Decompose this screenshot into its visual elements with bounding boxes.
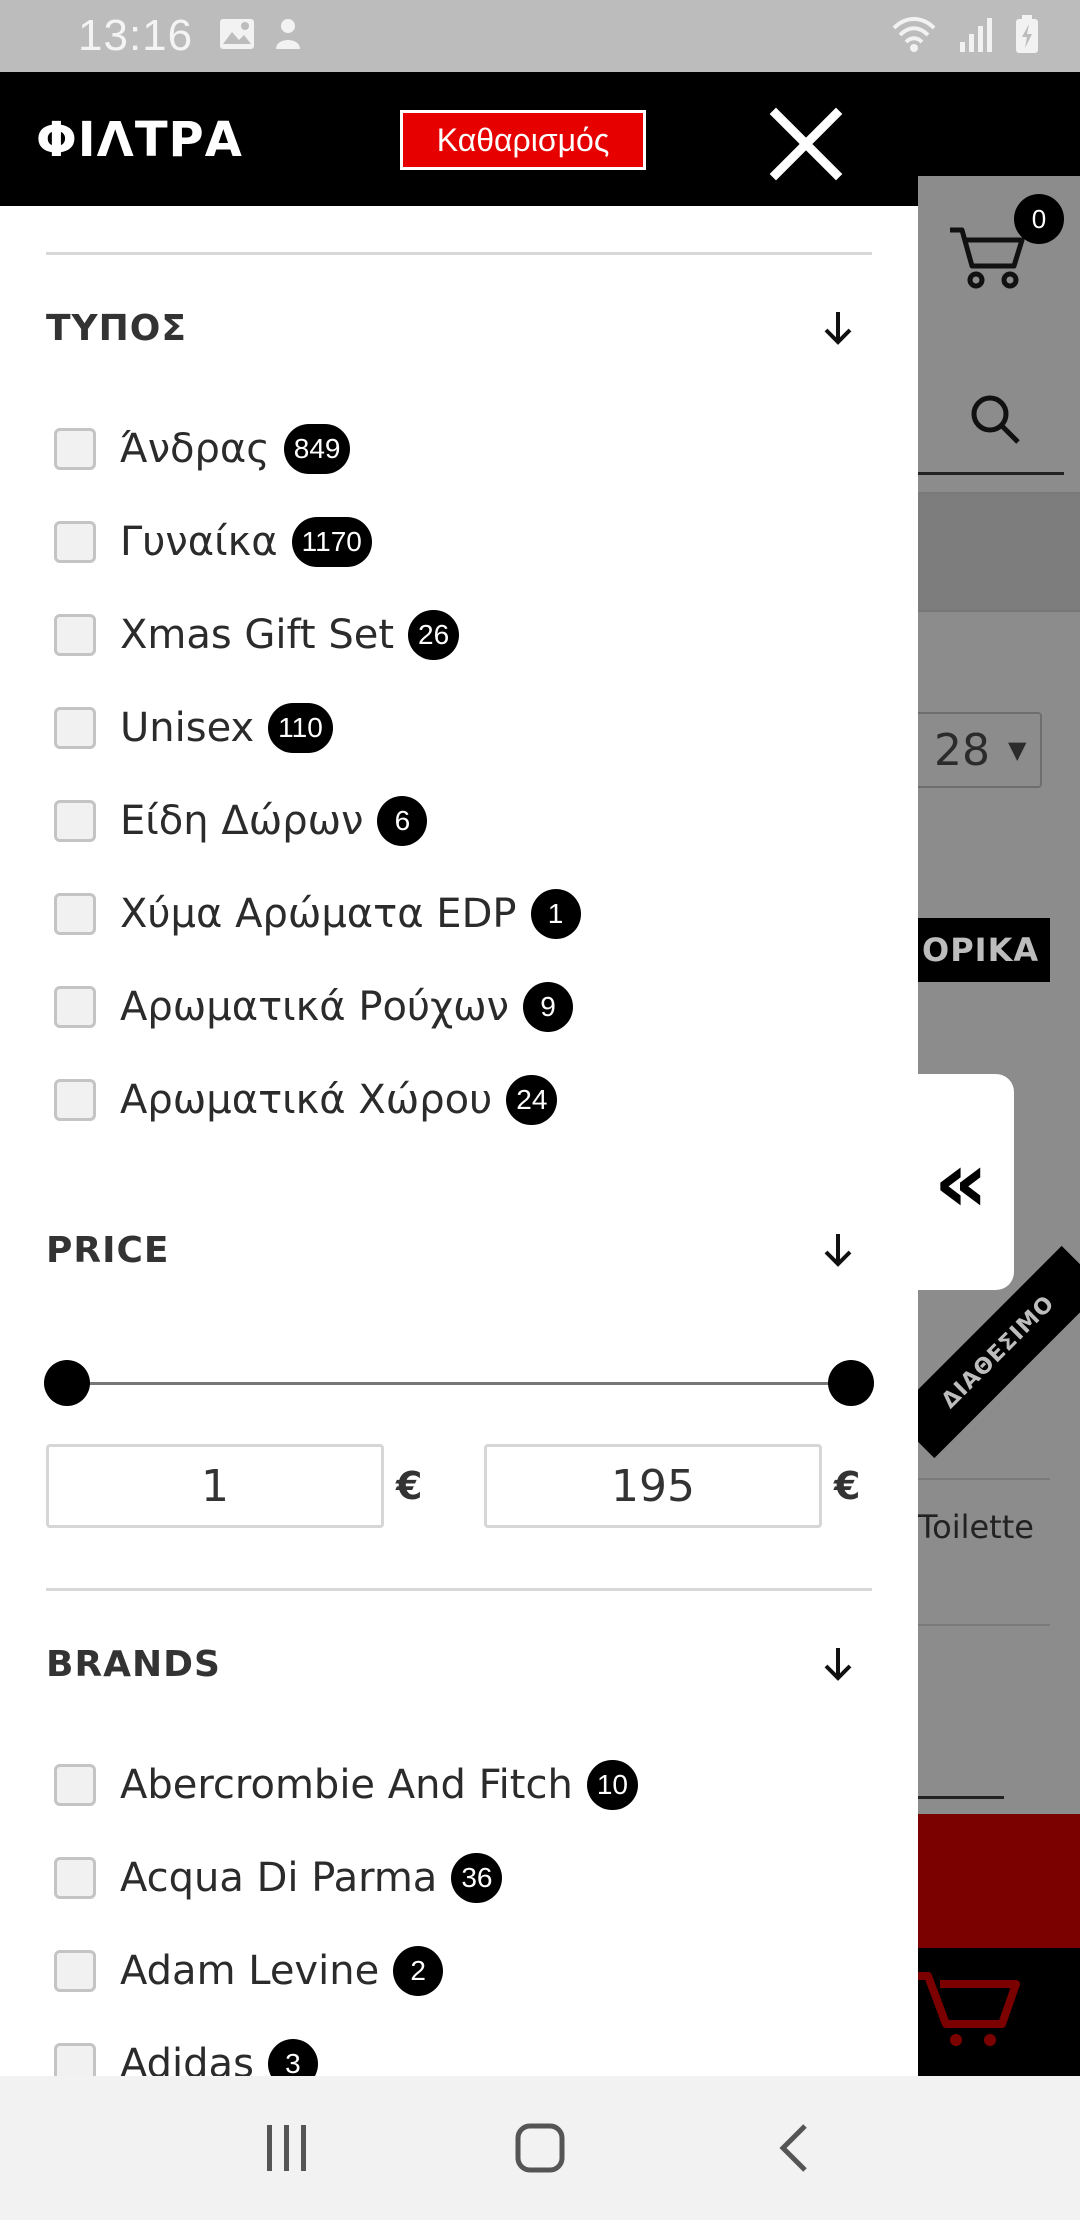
count-badge: 6 xyxy=(377,796,428,846)
status-bar: 13:16 xyxy=(0,0,1080,72)
option-label: Unisex xyxy=(120,705,255,751)
brands-section-title[interactable]: BRANDS xyxy=(46,1644,221,1685)
arrow-down-icon[interactable] xyxy=(820,1230,856,1270)
arrow-down-icon[interactable] xyxy=(820,1644,856,1684)
gallery-icon xyxy=(219,18,255,54)
brand-option[interactable]: Acqua Di Parma 36 xyxy=(54,1848,503,1908)
assistant-icon xyxy=(273,17,303,55)
clear-filters-button[interactable]: Καθαρισμός xyxy=(400,110,646,170)
count-badge: 3 xyxy=(267,2039,318,2076)
currency-label: € xyxy=(834,1464,861,1508)
checkbox[interactable] xyxy=(54,1950,96,1992)
option-label: Abercrombie And Fitch xyxy=(120,1762,573,1808)
background-header xyxy=(918,72,1080,176)
search-underline xyxy=(918,472,1064,475)
checkbox[interactable] xyxy=(54,428,96,470)
category-pill[interactable]: ΟΡΙΚΑ xyxy=(918,918,1050,982)
option-label: Adam Levine xyxy=(120,1948,380,1994)
brand-option[interactable]: Adidas 3 xyxy=(54,2034,318,2076)
count-badge: 110 xyxy=(268,703,333,753)
type-section-title[interactable]: ΤΥΠΟΣ xyxy=(46,308,187,349)
option-label: Acqua Di Parma xyxy=(120,1855,438,1901)
type-option[interactable]: Αρωματικά Χώρου 24 xyxy=(54,1070,558,1130)
sort-select-value: 28 xyxy=(934,724,990,776)
price-min-input[interactable]: 1 xyxy=(46,1444,384,1528)
cart-icon[interactable] xyxy=(948,222,1028,296)
checkbox[interactable] xyxy=(54,1764,96,1806)
type-option[interactable]: Γυναίκα 1170 xyxy=(54,512,372,572)
count-badge: 26 xyxy=(408,610,460,660)
brand-option[interactable]: Adam Levine 2 xyxy=(54,1941,444,2001)
count-badge: 1170 xyxy=(291,517,372,567)
checkbox[interactable] xyxy=(54,893,96,935)
caret-down-icon: ▼ xyxy=(1008,736,1027,764)
divider xyxy=(46,252,872,255)
type-option[interactable]: Unisex 110 xyxy=(54,698,333,758)
checkbox[interactable] xyxy=(54,1857,96,1899)
price-max-input[interactable]: 195 xyxy=(484,1444,822,1528)
type-option[interactable]: Αρωματικά Ρούχων 9 xyxy=(54,977,574,1037)
status-time: 13:16 xyxy=(78,11,194,60)
price-slider-track[interactable] xyxy=(66,1382,850,1385)
checkbox[interactable] xyxy=(54,986,96,1028)
drawer-header: ΦΙΛΤΡΑ Καθαρισμός xyxy=(0,72,918,206)
checkbox[interactable] xyxy=(54,521,96,563)
price-slider-max-handle[interactable] xyxy=(828,1360,874,1406)
cart-red-icon[interactable] xyxy=(918,1962,1038,2056)
background-band xyxy=(918,492,1080,612)
option-label: Χύμα Αρώματα EDP xyxy=(120,891,517,937)
back-button[interactable] xyxy=(753,2108,833,2188)
home-button[interactable] xyxy=(500,2108,580,2188)
option-label: Είδη Δώρων xyxy=(120,798,364,844)
count-badge: 1 xyxy=(530,889,581,939)
search-icon[interactable] xyxy=(968,392,1024,452)
recent-apps-button[interactable] xyxy=(247,2108,327,2188)
arrow-down-icon[interactable] xyxy=(820,308,856,348)
signal-icon xyxy=(956,14,996,58)
filters-drawer: ΦΙΛΤΡΑ Καθαρισμός ΤΥΠΟΣ Άνδρας 849 Γυναίκ… xyxy=(0,72,918,2076)
option-label: Άνδρας xyxy=(120,426,270,472)
count-badge: 2 xyxy=(393,1946,444,1996)
type-option[interactable]: Χύμα Αρώματα EDP 1 xyxy=(54,884,581,944)
type-option[interactable]: Xmas Gift Set 26 xyxy=(54,605,460,665)
wifi-icon xyxy=(890,14,938,58)
system-nav-bar xyxy=(0,2076,1080,2220)
checkbox[interactable] xyxy=(54,707,96,749)
double-chevron-left-icon: « xyxy=(933,1133,989,1231)
sort-select[interactable]: 28 ▼ xyxy=(918,712,1042,788)
divider xyxy=(918,1478,1050,1480)
checkbox[interactable] xyxy=(54,800,96,842)
divider xyxy=(918,1624,1050,1626)
option-label: Xmas Gift Set xyxy=(120,612,395,658)
checkbox[interactable] xyxy=(54,1079,96,1121)
option-label: Adidas xyxy=(120,2041,254,2076)
count-badge: 9 xyxy=(523,982,574,1032)
drawer-title: ΦΙΛΤΡΑ xyxy=(36,112,243,168)
brand-option[interactable]: Abercrombie And Fitch 10 xyxy=(54,1755,638,1815)
option-label: Γυναίκα xyxy=(120,519,278,565)
close-icon[interactable] xyxy=(766,104,846,184)
price-section-title[interactable]: PRICE xyxy=(46,1230,170,1271)
count-badge: 849 xyxy=(283,424,351,474)
product-name-partial: Toilette xyxy=(918,1508,1034,1546)
price-slider-min-handle[interactable] xyxy=(44,1360,90,1406)
currency-label: € xyxy=(396,1464,423,1508)
type-option[interactable]: Άνδρας 849 xyxy=(54,419,351,479)
divider xyxy=(918,1796,1004,1799)
count-badge: 36 xyxy=(451,1853,503,1903)
checkbox[interactable] xyxy=(54,614,96,656)
battery-charging-icon xyxy=(1014,14,1040,58)
option-label: Αρωματικά Ρούχων xyxy=(120,984,510,1030)
divider xyxy=(46,1588,872,1591)
drawer-toggle-button[interactable]: « xyxy=(918,1074,1014,1290)
count-badge: 10 xyxy=(586,1760,638,1810)
count-badge: 24 xyxy=(506,1075,558,1125)
type-option[interactable]: Είδη Δώρων 6 xyxy=(54,791,428,851)
checkbox[interactable] xyxy=(54,2043,96,2076)
cart-count-badge: 0 xyxy=(1014,194,1064,244)
add-to-cart-band[interactable] xyxy=(918,1814,1080,1948)
option-label: Αρωματικά Χώρου xyxy=(120,1077,493,1123)
